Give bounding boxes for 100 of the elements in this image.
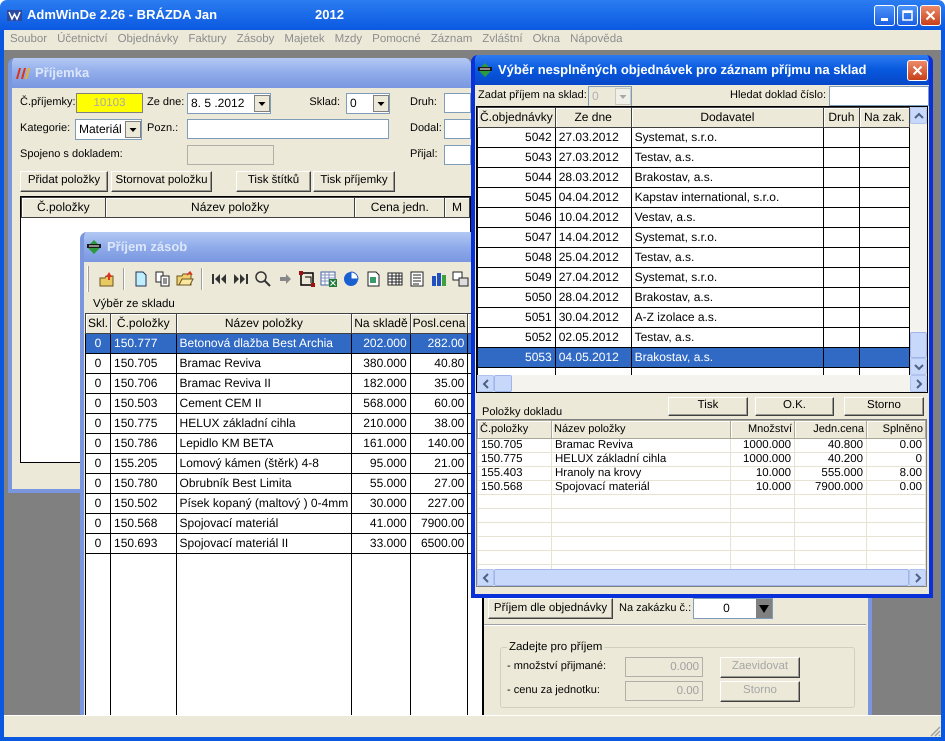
spreadsheet-icon[interactable] <box>320 270 338 288</box>
table-cell: 6500.00 <box>410 534 468 554</box>
table-cell: 7900.00 <box>410 514 468 534</box>
table-cell: Spojovací materiál II <box>176 534 352 554</box>
table-cell: 380.000 <box>352 354 410 374</box>
section-label: Položky dokladu <box>482 406 562 419</box>
vertical-scrollbar[interactable] <box>910 107 927 375</box>
column-header[interactable]: M <box>444 198 470 218</box>
dropdown-field[interactable]: 8. 5 .2012 <box>187 92 271 114</box>
table-row[interactable]: 0 150.777 Betonová dlažba Best Archia 202.000 282.00 <box>86 334 482 354</box>
horizontal-scrollbar[interactable] <box>477 375 927 392</box>
scroll-thumb[interactable] <box>494 375 512 392</box>
list-icon[interactable] <box>408 270 426 288</box>
column-header[interactable]: Na zak. <box>859 108 910 128</box>
table-cell: Systemat, s.r.o. <box>631 128 824 148</box>
table-cell: Brakostav, a.s. <box>631 168 824 188</box>
table-row[interactable]: 5048 25.04.2012 Testav, a.s. <box>478 248 910 268</box>
dropdown-field[interactable]: Materiál <box>75 118 142 140</box>
table-icon[interactable] <box>386 270 404 288</box>
table-cell: Písek kopaný (maltový ) 0-4mm <box>176 494 352 514</box>
input-field[interactable] <box>444 119 471 139</box>
search-icon[interactable] <box>254 270 272 288</box>
minimize-icon <box>881 18 888 20</box>
input-field[interactable] <box>187 119 389 139</box>
frame-icon[interactable] <box>298 270 316 288</box>
table-cell: 0.00 <box>866 480 926 494</box>
table-row[interactable]: 5049 27.04.2012 Systemat, s.r.o. <box>478 268 910 288</box>
window-title: AdmWinDe 2.26 - BRÁZDA Jan <box>27 7 218 23</box>
input-field[interactable] <box>829 86 929 106</box>
close-button[interactable] <box>907 60 928 80</box>
column-header[interactable]: Název položky <box>552 420 730 438</box>
column-header[interactable]: Na skladě <box>352 314 410 334</box>
scroll-left-button[interactable] <box>477 375 494 392</box>
table-cell: Kapstav international, s.r.o. <box>631 188 824 208</box>
input-field[interactable] <box>444 145 471 165</box>
copy-icon[interactable] <box>154 270 172 288</box>
column-header[interactable]: Cena jedn. <box>354 198 445 218</box>
table-cell: 10.04.2012 <box>555 208 632 228</box>
button[interactable]: Příjem dle objednávky <box>488 598 613 619</box>
button[interactable]: Tisk <box>668 396 748 416</box>
button[interactable]: Tisk štítků <box>236 170 311 192</box>
scroll-right-button[interactable] <box>910 375 927 392</box>
table-cell: Vestav, a.s. <box>631 208 824 228</box>
maximize-button[interactable] <box>897 4 918 26</box>
button[interactable]: Storno <box>844 396 924 416</box>
folder-arrow-icon[interactable] <box>98 270 116 288</box>
table-row[interactable]: 5045 04.04.2012 Kapstav international, s.r.o. <box>478 188 910 208</box>
table-row[interactable]: 5053 04.05.2012 Brakostav, a.s. <box>478 348 910 368</box>
button[interactable]: Tisk příjemky <box>313 170 395 192</box>
scroll-left-button[interactable] <box>477 569 494 586</box>
table-cell: 27.03.2012 <box>555 128 632 148</box>
window-title: Příjem zásob <box>107 239 188 255</box>
field-label: Kategorie: <box>20 122 72 136</box>
table-cell: 5046 <box>478 208 556 228</box>
column-header[interactable]: Jedn.cena <box>794 420 866 438</box>
table-row[interactable]: 5044 28.03.2012 Brakostav, a.s. <box>478 168 910 188</box>
folder-icon[interactable] <box>176 270 194 288</box>
column-header[interactable]: Č.položky <box>478 420 552 438</box>
column-header[interactable]: Množství <box>730 420 794 438</box>
section-label: Výběr ze skladu <box>92 297 176 312</box>
table-cell: 150.705 <box>110 354 176 374</box>
column-header[interactable]: Č.objednávky <box>478 108 556 128</box>
table-cell: 28.03.2012 <box>555 168 632 188</box>
button[interactable]: Přidat položky <box>20 170 108 192</box>
column-header[interactable]: Splněno <box>866 420 926 438</box>
table-row[interactable]: 5047 14.04.2012 Systemat, s.r.o. <box>478 228 910 248</box>
column-header[interactable]: Č.položky <box>22 198 106 218</box>
dropdown-field[interactable]: 0 <box>693 598 773 619</box>
scroll-down-button[interactable] <box>910 358 927 375</box>
table-row[interactable]: 5043 27.03.2012 Testav, a.s. <box>478 148 910 168</box>
table-row[interactable]: 5051 30.04.2012 A-Z izolace a.s. <box>478 308 910 328</box>
table-row[interactable]: 5046 10.04.2012 Vestav, a.s. <box>478 208 910 228</box>
windows-icon[interactable] <box>452 270 470 288</box>
column-header[interactable]: Skl. <box>86 314 111 334</box>
table-row[interactable]: 5050 28.04.2012 Brakostav, a.s. <box>478 288 910 308</box>
table-cell: Bramac Reviva <box>176 354 352 374</box>
scroll-right-button[interactable] <box>909 569 926 586</box>
table-cell: 41.000 <box>352 514 410 534</box>
input-field[interactable] <box>444 93 471 113</box>
close-button[interactable] <box>920 4 941 26</box>
table-cell: 5044 <box>478 168 556 188</box>
column-header[interactable]: Posl.cena <box>410 314 468 334</box>
minimize-button[interactable] <box>874 4 895 26</box>
column-header[interactable]: Název položky <box>176 314 352 334</box>
field-label: Sklad: <box>308 96 341 110</box>
column-header[interactable]: Č.položky <box>110 314 176 334</box>
table-cell: 0 <box>86 454 111 474</box>
table-cell: 7900.000 <box>794 480 866 494</box>
table-cell: 150.503 <box>110 394 176 414</box>
column-header[interactable]: Druh <box>824 108 860 128</box>
column-header[interactable]: Název položky <box>105 198 355 218</box>
column-header[interactable]: Dodavatel <box>631 108 824 128</box>
pie-chart-icon[interactable] <box>342 270 360 288</box>
column-header[interactable]: Ze dne <box>555 108 632 128</box>
button[interactable]: O.K. <box>755 396 834 416</box>
scroll-up-button[interactable] <box>910 107 927 124</box>
dropdown-field[interactable]: 0 <box>346 92 390 114</box>
table-row[interactable]: 5042 27.03.2012 Systemat, s.r.o. <box>478 128 910 148</box>
scroll-thumb[interactable] <box>910 332 927 358</box>
button[interactable]: Stornovat položku <box>111 170 212 192</box>
